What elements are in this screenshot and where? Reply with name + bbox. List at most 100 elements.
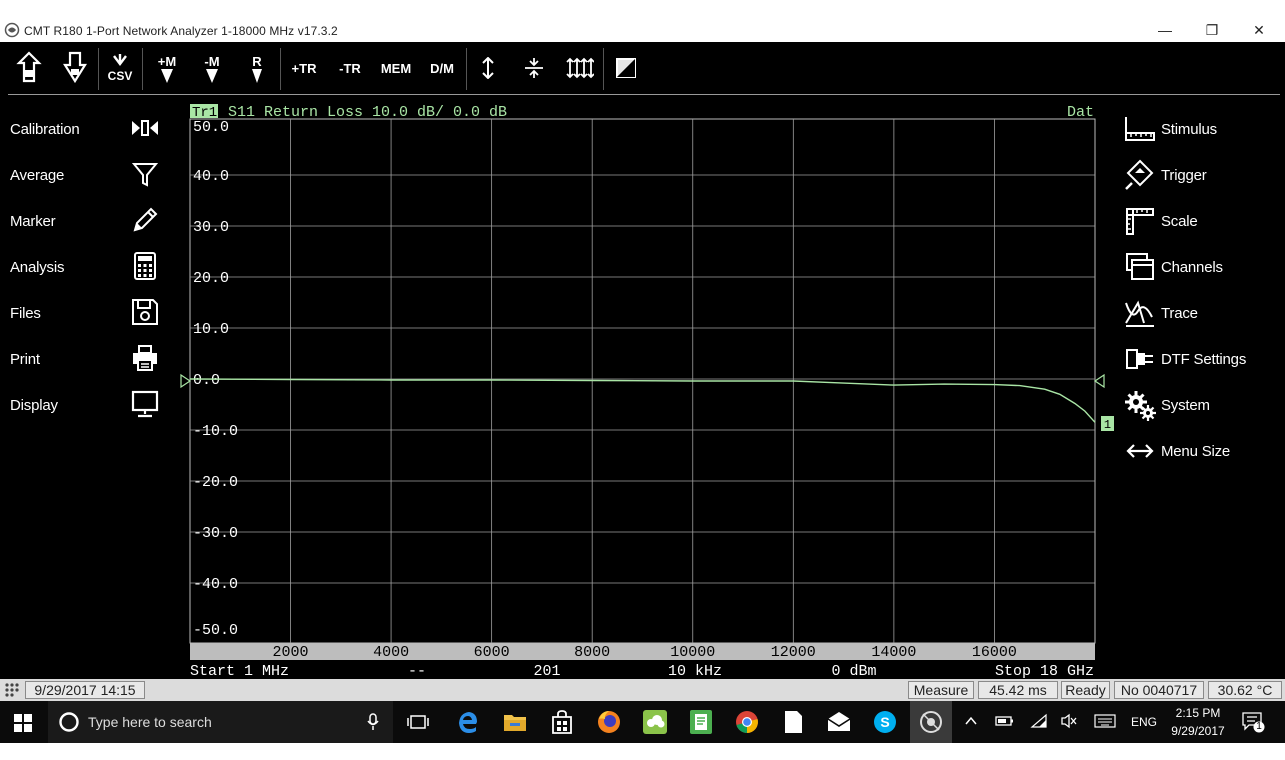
skype-icon[interactable]: S	[872, 709, 898, 735]
x-tick-label: 14000	[871, 644, 916, 661]
close-button[interactable]: ✕	[1236, 20, 1282, 40]
export-csv-button[interactable]: CSV	[104, 42, 136, 94]
status-mode: Measure	[908, 681, 974, 699]
reference-right-marker	[1093, 373, 1105, 389]
power-level: 0 dBm	[831, 663, 876, 679]
toolbar-separator	[603, 48, 604, 90]
status-serial: No 0040717	[1114, 681, 1204, 699]
contrast-button[interactable]	[612, 42, 640, 94]
trace-end-label: 1	[1104, 418, 1111, 432]
y-tick-label: 0.0	[193, 372, 220, 389]
edge-browser-icon[interactable]	[455, 709, 481, 735]
search-placeholder: Type here to search	[88, 714, 212, 730]
marker-triangle-icon	[161, 68, 173, 83]
document-icon[interactable]	[780, 709, 806, 735]
add-trace-button[interactable]: +TR	[284, 42, 324, 94]
x-tick-label: 2000	[273, 644, 309, 661]
toolbar-separator	[142, 48, 143, 90]
notes-app-icon[interactable]	[688, 709, 714, 735]
app-logo-icon	[4, 22, 20, 38]
svg-text:S: S	[880, 714, 889, 730]
status-temperature: 30.62 °C	[1208, 681, 1282, 699]
reference-label: R	[252, 53, 262, 69]
microphone-icon[interactable]	[366, 713, 380, 731]
toolbar: CSV +M -M R +TR -TR MEM D/M	[0, 42, 1285, 94]
window-title: CMT R180 1-Port Network Analyzer 1-18000…	[24, 24, 338, 38]
stop-frequency: Stop 18 GHz	[995, 663, 1094, 679]
x-tick-label: 4000	[373, 644, 409, 661]
clock-date[interactable]: 9/29/2017	[1162, 724, 1234, 738]
multi-arrows-icon	[566, 57, 594, 79]
cloud-app-icon[interactable]	[642, 709, 668, 735]
remove-marker-button[interactable]: -M	[195, 42, 229, 94]
windows-start-icon[interactable]	[14, 714, 32, 732]
y-tick-label: -50.0	[193, 622, 238, 639]
if-bandwidth: 10 kHz	[668, 663, 722, 679]
y-tick-label: 10.0	[193, 321, 229, 338]
toolbar-separator	[98, 48, 99, 90]
marker-triangle-icon	[206, 68, 218, 83]
status-state: Ready	[1061, 681, 1110, 699]
task-view-icon[interactable]	[405, 709, 431, 735]
save-down-icon	[63, 51, 87, 84]
y-tick-label: 20.0	[193, 270, 229, 287]
y-tick-label: 40.0	[193, 168, 229, 185]
reference-marker-button[interactable]: R	[242, 42, 272, 94]
clock-time[interactable]: 2:15 PM	[1168, 706, 1228, 720]
y-tick-label: 30.0	[193, 219, 229, 236]
toolbar-separator	[466, 48, 467, 90]
x-tick-label: 16000	[972, 644, 1017, 661]
volume-muted-icon[interactable]	[1060, 713, 1078, 729]
analyzer-app-icon	[920, 711, 942, 733]
x-tick-label: 12000	[771, 644, 816, 661]
firefox-icon[interactable]	[596, 709, 622, 735]
remove-marker-label: -M	[204, 53, 220, 69]
analyzer-app-taskbar-button[interactable]	[910, 701, 952, 743]
input-language[interactable]: ENG	[1131, 715, 1157, 729]
format-tag: Dat	[1067, 104, 1094, 121]
grip-icon	[5, 683, 19, 697]
status-bar: 9/29/2017 14:15 Measure 45.42 ms Ready N…	[0, 679, 1285, 701]
minimize-button[interactable]: —	[1142, 20, 1188, 40]
taskbar-search-box[interactable]: Type here to search	[48, 701, 393, 743]
maximize-button[interactable]: ❐	[1189, 20, 1235, 40]
save-state-button[interactable]	[12, 42, 46, 94]
autoscale-button[interactable]	[474, 42, 502, 94]
notification-count: 1	[1256, 721, 1262, 732]
add-marker-button[interactable]: +M	[150, 42, 184, 94]
x-tick-label: 8000	[574, 644, 610, 661]
keyboard-icon[interactable]	[1094, 714, 1116, 728]
mail-icon[interactable]	[826, 709, 852, 735]
store-icon[interactable]	[549, 709, 575, 735]
memory-button[interactable]: MEM	[376, 42, 416, 94]
x-tick-label: 6000	[474, 644, 510, 661]
battery-icon[interactable]	[995, 715, 1015, 727]
autoscale-all-button[interactable]	[563, 42, 597, 94]
reference-level-button[interactable]	[519, 42, 549, 94]
instrument-panel: Calibration Average Marker Analysis File…	[0, 94, 1285, 679]
start-frequency: Start 1 MHz	[190, 663, 289, 679]
x-tick-label: 10000	[670, 644, 715, 661]
chrome-icon[interactable]	[734, 709, 760, 735]
y-tick-label: -30.0	[193, 525, 238, 542]
s11-chart: Tr1 S11 Return Loss 10.0 dB/ 0.0 dB Dat …	[180, 103, 1114, 679]
data-memory-button[interactable]: D/M	[422, 42, 462, 94]
contrast-icon	[616, 58, 636, 78]
page-background-strip	[0, 743, 1285, 760]
file-explorer-icon[interactable]	[502, 709, 528, 735]
y-tick-label: -20.0	[193, 474, 238, 491]
show-hidden-icons-chevron-icon[interactable]	[964, 715, 978, 727]
chart-title: S11 Return Loss 10.0 dB/ 0.0 dB	[228, 104, 507, 121]
marker-triangle-icon	[252, 68, 262, 83]
y-tick-label: 50.0	[193, 119, 229, 136]
add-marker-label: +M	[157, 53, 177, 69]
sweep-points: 201	[533, 663, 560, 679]
recall-state-button[interactable]	[58, 42, 92, 94]
wifi-icon[interactable]	[1030, 713, 1048, 729]
vertical-arrows-icon	[482, 57, 494, 79]
windows-taskbar: Type here to search S ENG 2:15 PM 9/29/2…	[0, 701, 1285, 743]
status-sweep-time: 45.42 ms	[978, 681, 1058, 699]
csv-arrow-icon	[113, 53, 127, 66]
remove-trace-button[interactable]: -TR	[330, 42, 370, 94]
cortana-icon	[59, 712, 79, 732]
